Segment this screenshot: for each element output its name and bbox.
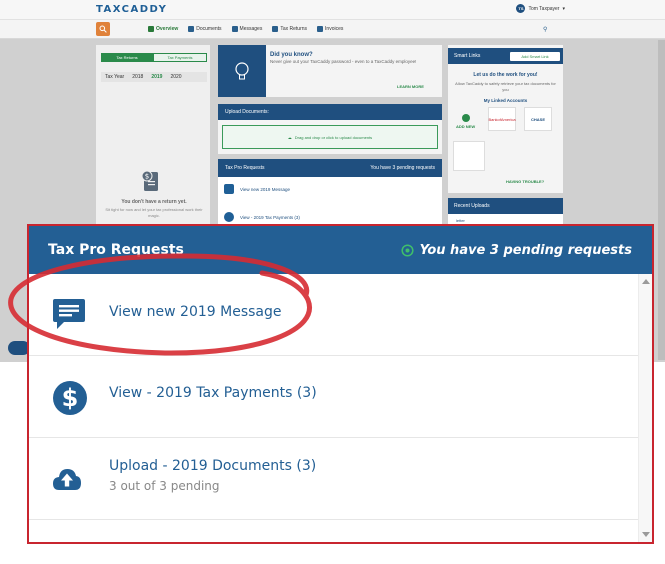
tab-tax-payments[interactable]: Tax Payments [153,53,207,62]
plus-icon [461,114,470,122]
request-label: View new 2019 Message [109,304,282,320]
request-item-documents[interactable]: Upload - 2019 Documents (3) 3 out of 3 p… [29,438,638,520]
tax-pro-requests-zoom: Tax Pro Requests You have 3 pending requ… [27,224,654,544]
dollar-icon [224,212,234,222]
empty-account-slot [453,141,485,171]
having-trouble-link[interactable]: HAVING TROUBLE? [506,179,544,184]
pending-circle-icon [401,243,414,257]
no-return-subtitle: Sit tight for now and let your tax profe… [105,207,203,218]
invoice-icon [317,26,324,32]
nav-documents[interactable]: Documents [188,26,222,32]
tab-tax-returns[interactable]: Tax Returns [101,53,153,62]
user-name: Tom Taxpayer [528,5,560,12]
chase-account[interactable]: CHASE [524,107,552,131]
smart-links-description: Allow TaxCaddy to safely retrieve your t… [455,81,556,92]
documents-icon [188,26,195,32]
add-new-account-button[interactable]: ADD NEW [456,114,475,129]
add-new-label: ADD NEW [456,124,476,129]
pending-requests-status: You have 3 pending requests [401,243,632,258]
pending-requests-small: You have 3 pending requests [370,165,435,171]
smart-link-add-label: Add Smart Link [521,54,549,59]
scroll-up-arrow-icon[interactable] [642,279,650,284]
no-return-icon: $ [141,170,158,191]
request-item-tax-payments[interactable]: $ View - 2019 Tax Payments (3) [29,356,638,438]
request-list: View new 2019 Message $ View - 2019 Tax … [29,274,638,542]
request-item-message[interactable]: View new 2019 Message [29,274,638,356]
message-icon [224,184,234,194]
dollar-icon: $ [53,381,87,415]
page-scrollbar[interactable] [658,40,665,360]
nav-search-icon[interactable]: ⚲ [543,26,547,33]
nav-label: Documents [196,26,222,32]
bank-name: CHASE [530,116,545,122]
nav-messages[interactable]: Messages [231,26,263,32]
scroll-down-arrow-icon[interactable] [642,532,650,537]
returns-payments-toggle: Tax Returns Tax Payments [101,53,207,62]
year-2019[interactable]: 2019 [151,74,162,80]
message-icon [231,26,238,32]
drop-zone-text: Drag and drop or click to upload documen… [294,134,373,140]
pending-requests-text: You have 3 pending requests [419,242,632,258]
request-list-scrollbar[interactable] [638,274,652,542]
home-icon [148,26,154,32]
tax-year-label: Tax Year [105,74,125,80]
tax-pro-requests-title: Tax Pro Requests [48,242,184,258]
menu-button[interactable] [96,22,110,36]
svg-text:$: $ [62,384,79,412]
add-smart-link-button[interactable]: Add Smart Link [510,52,560,61]
learn-more-link[interactable]: LEARN MORE [397,84,424,89]
svg-text:$: $ [145,173,149,181]
tax-year-selector: Tax Year 2018 2019 2020 [101,72,207,82]
nav-invoices[interactable]: Invoices [317,26,343,32]
smart-links-headline: Let us do the work for you! [473,72,538,78]
page: TAXCADDY TS Tom Taxpayer ▾ Overview Docu… [0,0,665,564]
year-2020[interactable]: 2020 [170,74,181,80]
lightbulb-icon [218,45,266,97]
request-label: View - 2019 Tax Payments (3) [109,385,317,401]
tax-pro-requests-header: Tax Pro Requests You have 3 pending requ… [29,226,652,274]
nav-overview[interactable]: Overview [148,26,178,32]
search-icon [99,25,107,33]
message-icon [53,299,85,329]
recent-uploads-title: Recent Uploads [448,198,563,214]
nav-label: Messages [239,26,263,32]
year-2018[interactable]: 2018 [132,74,143,80]
nav-label: Overview [156,26,179,32]
user-menu[interactable]: TS Tom Taxpayer ▾ [516,4,565,13]
did-you-know-text: Never give out your TaxCaddy password - … [270,59,417,64]
request-label: Upload - 2019 Documents (3) [109,458,317,474]
request-item-small[interactable]: View - 2019 Tax Payments (3) [224,212,300,222]
tax-return-icon [272,26,279,32]
request-label-small: View - 2019 Tax Payments (3) [240,214,300,220]
linked-accounts-title: My Linked Accounts [483,98,528,103]
upload-documents-title: Upload Documents: [218,104,442,120]
nav-tax-returns[interactable]: Tax Returns [272,26,307,32]
nav-label: Tax Returns [280,26,308,32]
bank-name: BankofAmerica [488,116,516,122]
cloud-upload-icon [53,469,81,490]
avatar: TS [516,4,526,13]
app-logo[interactable]: TAXCADDY [96,4,167,15]
request-label-small: View new 2019 Message [240,186,290,192]
bank-of-america-account[interactable]: BankofAmerica [488,107,516,131]
cloud-upload-icon: ☁ [287,134,292,140]
did-you-know-title: Did you know? [270,52,313,58]
no-return-title: You don't have a return yet. [121,199,187,205]
nav-label: Invoices [325,26,344,32]
recent-upload-item[interactable]: letter [456,218,465,223]
tax-pro-requests-header-small: Tax Pro Requests You have 3 pending requ… [218,159,442,177]
tax-pro-requests-title-small: Tax Pro Requests [225,165,265,171]
request-item-small[interactable]: View new 2019 Message [224,184,290,194]
nav-links: Overview Documents Messages Tax Returns … [148,26,343,32]
request-sub-status: 3 out of 3 pending [109,479,220,493]
chevron-down-icon: ▾ [562,5,565,12]
upload-drop-zone[interactable]: ☁ Drag and drop or click to upload docum… [222,125,438,149]
